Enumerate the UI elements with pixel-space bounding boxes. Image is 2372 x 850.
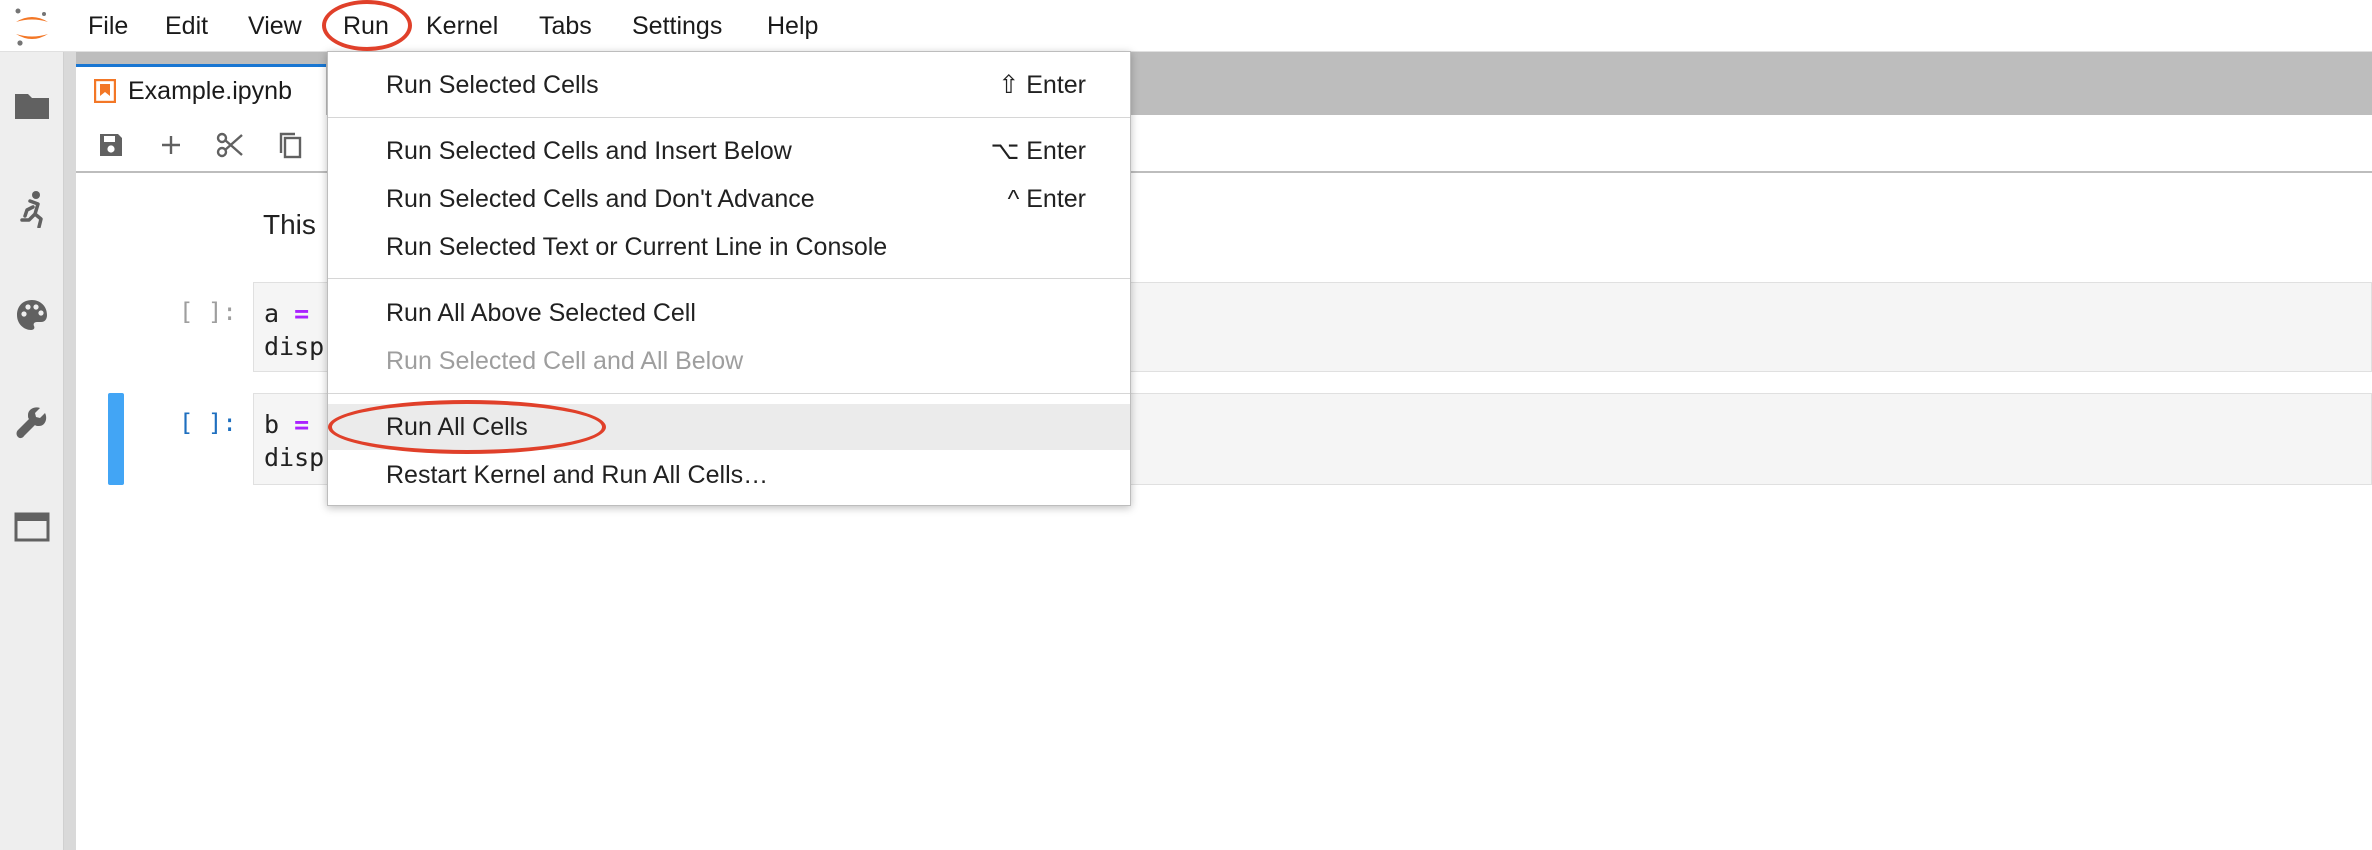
cell-prompt: [ ]: bbox=[179, 298, 237, 326]
run-menu-dropdown: Run Selected Cells ⇧ Enter Run Selected … bbox=[327, 51, 1131, 506]
copy-icon[interactable] bbox=[272, 127, 308, 163]
menu-edit[interactable]: Edit bbox=[165, 0, 208, 52]
menu-item-run-selected-insert-below[interactable]: Run Selected Cells and Insert Below ⌥ En… bbox=[328, 128, 1130, 174]
menu-item-label: Restart Kernel and Run All Cells… bbox=[386, 460, 769, 489]
tab-label: Example.ipynb bbox=[128, 76, 292, 105]
code-text: b bbox=[264, 410, 280, 439]
menu-bar: File Edit View Run Kernel Tabs Settings … bbox=[0, 0, 2372, 52]
menu-item-run-in-console[interactable]: Run Selected Text or Current Line in Con… bbox=[328, 224, 1130, 270]
menu-file[interactable]: File bbox=[88, 0, 128, 52]
menu-item-label: Run Selected Cells and Don't Advance bbox=[386, 184, 815, 213]
menu-item-label: Run All Above Selected Cell bbox=[386, 298, 696, 327]
menu-tabs[interactable]: Tabs bbox=[539, 0, 592, 52]
jupyter-logo-icon bbox=[15, 8, 48, 46]
tabs-icon[interactable] bbox=[12, 507, 52, 547]
menu-separator bbox=[328, 278, 1130, 279]
code-operator: = bbox=[294, 410, 310, 439]
menu-item-restart-run-all[interactable]: Restart Kernel and Run All Cells… bbox=[328, 452, 1130, 498]
add-cell-icon[interactable] bbox=[153, 127, 189, 163]
menu-item-label: Run Selected Cells bbox=[386, 70, 599, 99]
menu-item-label: Run Selected Cell and All Below bbox=[386, 346, 744, 375]
code-operator: = bbox=[294, 299, 310, 328]
menu-separator bbox=[328, 393, 1130, 394]
menu-separator bbox=[328, 117, 1130, 118]
menu-item-run-all-above[interactable]: Run All Above Selected Cell bbox=[328, 290, 1130, 336]
tab-example-notebook[interactable]: Example.ipynb bbox=[76, 64, 326, 115]
palette-icon[interactable] bbox=[12, 295, 52, 335]
menu-item-shortcut: ^ Enter bbox=[1007, 184, 1086, 213]
left-sidebar bbox=[0, 52, 64, 850]
menu-item-run-selected-dont-advance[interactable]: Run Selected Cells and Don't Advance ^ E… bbox=[328, 176, 1130, 222]
menu-view[interactable]: View bbox=[248, 0, 302, 52]
save-icon[interactable] bbox=[93, 127, 129, 163]
cut-icon[interactable] bbox=[212, 127, 248, 163]
running-icon[interactable] bbox=[12, 189, 52, 229]
menu-item-run-cell-and-below: Run Selected Cell and All Below bbox=[328, 338, 1130, 384]
sidebar-splitter[interactable] bbox=[64, 52, 76, 850]
active-cell-indicator bbox=[108, 393, 124, 485]
cell-prompt: [ ]: bbox=[179, 409, 237, 437]
menu-help[interactable]: Help bbox=[767, 0, 818, 52]
menu-settings[interactable]: Settings bbox=[632, 0, 722, 52]
code-text: a bbox=[264, 299, 280, 328]
menu-item-label: Run All Cells bbox=[386, 412, 528, 441]
menu-item-run-all-cells[interactable]: Run All Cells bbox=[328, 404, 1130, 450]
menu-kernel[interactable]: Kernel bbox=[426, 0, 498, 52]
wrench-icon[interactable] bbox=[12, 402, 52, 442]
menu-item-label: Run Selected Cells and Insert Below bbox=[386, 136, 792, 165]
notebook-icon bbox=[94, 79, 116, 103]
folder-icon[interactable] bbox=[12, 85, 52, 125]
menu-item-shortcut: ⌥ Enter bbox=[990, 137, 1086, 165]
menu-item-run-selected-cells[interactable]: Run Selected Cells ⇧ Enter bbox=[328, 62, 1130, 108]
menu-item-label: Run Selected Text or Current Line in Con… bbox=[386, 232, 888, 261]
menu-run[interactable]: Run bbox=[343, 0, 389, 52]
menu-item-shortcut: ⇧ Enter bbox=[998, 71, 1086, 99]
markdown-cell-text: This bbox=[263, 209, 316, 240]
